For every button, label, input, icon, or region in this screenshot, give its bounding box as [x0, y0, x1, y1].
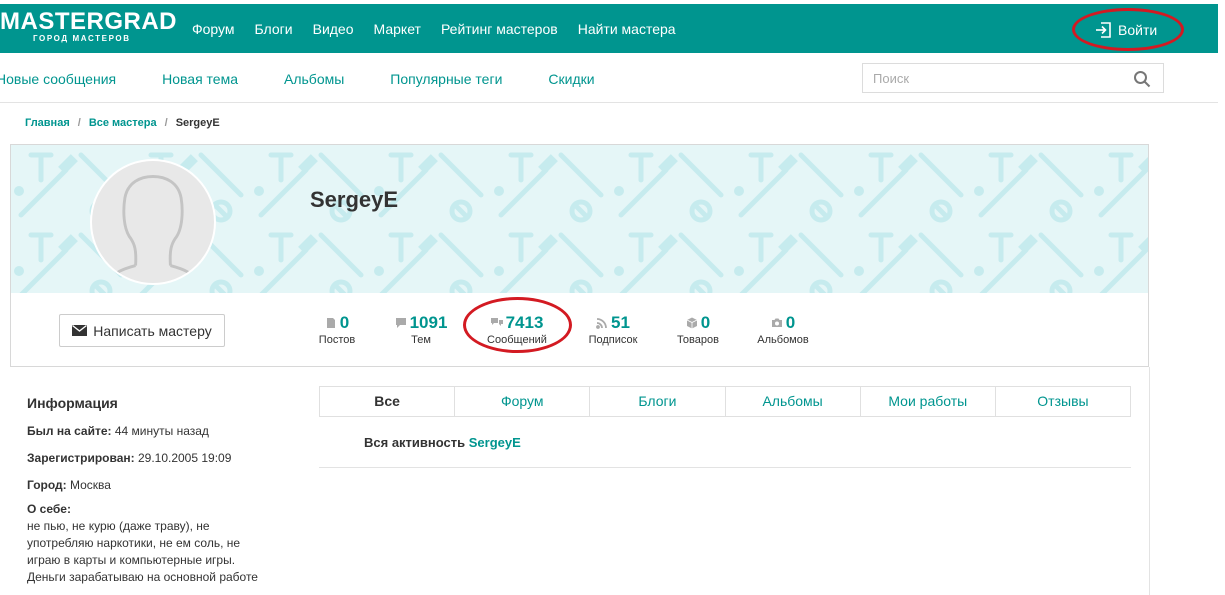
camera-icon — [771, 318, 782, 327]
registered-value: 29.10.2005 19:09 — [137, 451, 232, 465]
tab-my-works[interactable]: Мои работы — [861, 387, 996, 416]
login-icon — [1096, 22, 1111, 38]
about-label: О себе: — [27, 502, 71, 516]
tab-albums[interactable]: Альбомы — [726, 387, 861, 416]
breadcrumb-current: SergeyE — [175, 117, 220, 129]
about-section: О себе: не пью, не курю (даже траву), не… — [27, 501, 277, 586]
user-silhouette-icon — [108, 175, 198, 282]
subnav-new-messages[interactable]: Новые сообщения — [0, 71, 116, 87]
tab-forum[interactable]: Форум — [455, 387, 591, 416]
profile-card: SergeyE Написать мастеру 0 Постов 1091 Т… — [10, 144, 1149, 367]
envelope-icon — [72, 325, 88, 336]
nav-masters-rating[interactable]: Рейтинг мастеров — [441, 21, 558, 37]
write-to-master-button[interactable]: Написать мастеру — [59, 314, 225, 347]
nav-forum[interactable]: Форум — [192, 21, 235, 37]
stat-label: Тем — [411, 334, 431, 346]
search-icon[interactable] — [1133, 70, 1151, 88]
stat-label: Подписок — [588, 334, 638, 346]
login-button[interactable]: Войти — [1094, 21, 1157, 39]
last-seen-row: Был на сайте: 44 минуты назад — [27, 424, 277, 438]
breadcrumb: Главная / Все мастера / SergeyE — [25, 117, 220, 129]
stat-value: 0 — [785, 313, 796, 332]
subnav-popular-tags[interactable]: Популярные теги — [390, 71, 502, 87]
document-icon — [326, 318, 335, 328]
search-box — [862, 63, 1164, 93]
breadcrumb-separator: / — [164, 117, 168, 129]
chat-bubbles-icon — [490, 318, 503, 326]
activity-label: Вся активность — [364, 435, 466, 450]
city-label: Город: — [27, 478, 67, 492]
stat-label: Постов — [318, 334, 356, 346]
registered-row: Зарегистрирован: 29.10.2005 19:09 — [27, 451, 277, 465]
breadcrumb-all-masters[interactable]: Все мастера — [89, 117, 157, 129]
stat-products[interactable]: 0 Товаров — [673, 313, 723, 346]
about-line: употребляю наркотики, не ем соль, не — [27, 536, 241, 550]
breadcrumb-separator: / — [77, 117, 81, 129]
nav-video[interactable]: Видео — [313, 21, 354, 37]
activity-user-link[interactable]: SergeyE — [469, 435, 521, 450]
nav-find-master[interactable]: Найти мастера — [578, 21, 676, 37]
last-seen-value: 44 минуты назад — [114, 424, 209, 438]
last-seen-label: Был на сайте: — [27, 424, 112, 438]
stat-messages[interactable]: 7413 Сообщений — [483, 313, 551, 346]
nav-market[interactable]: Маркет — [374, 21, 421, 37]
subnav-new-topic[interactable]: Новая тема — [162, 71, 238, 87]
site-logo[interactable]: MASTERGRAD ГОРОД МАСТЕРОВ — [0, 10, 177, 44]
about-line: Деньги зарабатываю на основной работе — [27, 570, 258, 584]
stat-value: 51 — [611, 313, 630, 332]
tab-blogs[interactable]: Блоги — [590, 387, 726, 416]
stat-subscriptions[interactable]: 51 Подписок — [583, 313, 643, 346]
stat-label: Сообщений — [487, 334, 547, 346]
top-navigation-bar: MASTERGRAD ГОРОД МАСТЕРОВ Форум Блоги Ви… — [0, 4, 1218, 53]
subnav-albums[interactable]: Альбомы — [284, 71, 344, 87]
login-label: Войти — [1118, 22, 1158, 38]
box-icon — [686, 317, 697, 329]
content-border — [1149, 367, 1150, 595]
info-sidebar: Информация Был на сайте: 44 минуты назад… — [27, 395, 277, 586]
activity-tabs: Все Форум Блоги Альбомы Мои работы Отзыв… — [319, 386, 1131, 417]
profile-username: SergeyE — [310, 187, 399, 212]
avatar — [90, 159, 216, 285]
main-menu: Форум Блоги Видео Маркет Рейтинг мастеро… — [192, 21, 676, 37]
city-row: Город: Москва — [27, 478, 277, 492]
tab-reviews[interactable]: Отзывы — [996, 387, 1130, 416]
info-title: Информация — [27, 395, 118, 411]
write-to-master-label: Написать мастеру — [93, 322, 212, 339]
rss-icon — [596, 318, 607, 329]
stat-posts[interactable]: 0 Постов — [317, 313, 357, 346]
breadcrumb-home[interactable]: Главная — [25, 117, 70, 129]
stat-value: 0 — [339, 313, 350, 332]
city-value: Москва — [70, 478, 111, 492]
nav-blogs[interactable]: Блоги — [255, 21, 293, 37]
stat-label: Товаров — [677, 334, 719, 346]
divider — [319, 467, 1131, 468]
speech-bubble-icon — [395, 318, 406, 328]
about-line: играю в карты и компьютерные игры. — [27, 553, 236, 567]
logo-text: MASTERGRAD — [0, 8, 177, 35]
subnav-discounts[interactable]: Скидки — [548, 71, 594, 87]
stat-albums[interactable]: 0 Альбомов — [753, 313, 813, 346]
secondary-navigation: Новые сообщения Новая тема Альбомы Попул… — [0, 53, 1218, 103]
activity-heading: Вся активность SergeyE — [364, 435, 521, 450]
registered-label: Зарегистрирован: — [27, 451, 135, 465]
stat-label: Альбомов — [757, 334, 809, 346]
search-input[interactable] — [863, 64, 1123, 92]
logo-tagline: ГОРОД МАСТЕРОВ — [33, 34, 131, 43]
stat-value: 7413 — [505, 313, 544, 332]
stat-value: 0 — [700, 313, 711, 332]
tab-all[interactable]: Все — [320, 387, 456, 416]
about-line: не пью, не курю (даже траву), не — [27, 519, 210, 533]
stat-topics[interactable]: 1091 Тем — [389, 313, 453, 346]
stat-value: 1091 — [409, 313, 448, 332]
